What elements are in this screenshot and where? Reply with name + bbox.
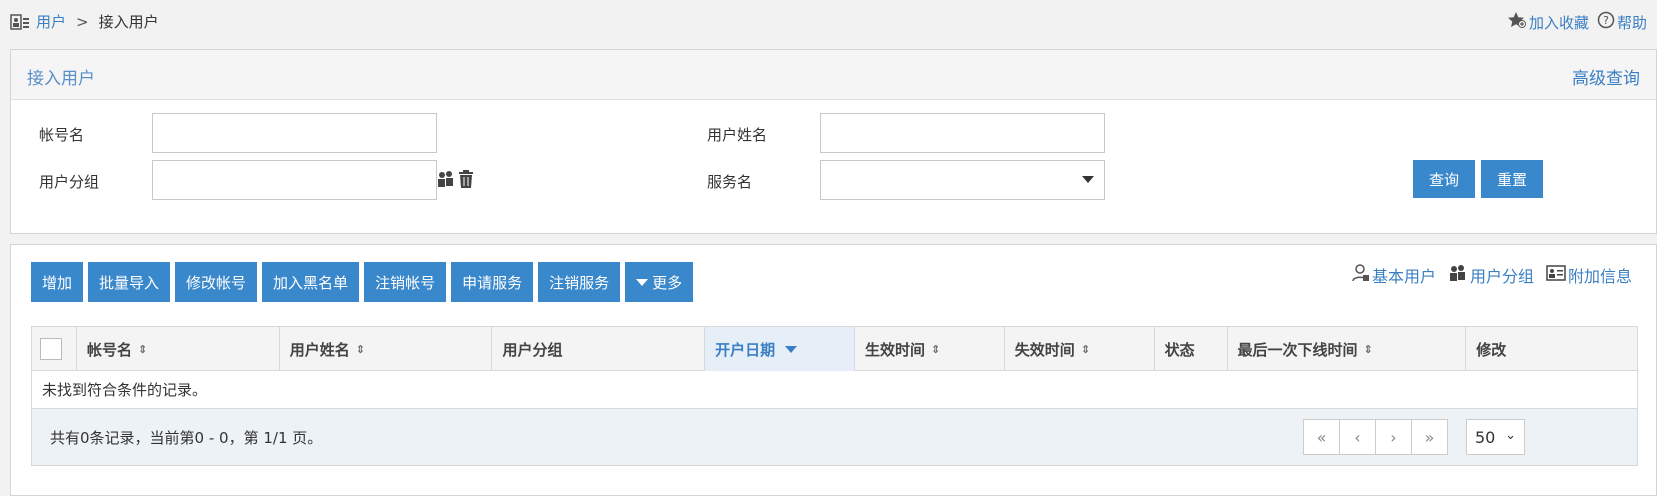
column-open-date[interactable]: 开户日期: [705, 327, 855, 371]
apply-service-button[interactable]: 申请服务: [451, 262, 534, 302]
column-effective-time[interactable]: 生效时间 ⇕: [855, 327, 1005, 371]
column-modify: 修改: [1466, 327, 1637, 371]
svg-text:?: ?: [1603, 14, 1609, 27]
help-icon: ?: [1597, 11, 1615, 33]
help-label: 帮助: [1616, 13, 1647, 32]
add-button[interactable]: 增加: [31, 262, 84, 302]
last-page-icon[interactable]: »: [1411, 419, 1448, 455]
sort-icon: ⇕: [1363, 342, 1373, 356]
top-links: 加入收藏 ? 帮助: [1507, 11, 1647, 33]
group-input[interactable]: [152, 160, 437, 200]
page-size-select[interactable]: 50 ⌄: [1466, 419, 1525, 455]
column-last-offline-label: 最后一次下线时间: [1237, 340, 1358, 359]
add-favorite-link[interactable]: 加入收藏: [1507, 11, 1589, 33]
service-select[interactable]: [820, 160, 1105, 200]
username-label: 用户姓名: [707, 126, 768, 144]
user-group-link[interactable]: 用户分组: [1448, 263, 1534, 287]
id-card-icon: [1546, 265, 1566, 285]
pagination: « ‹ › »: [1303, 419, 1448, 455]
prev-page-icon[interactable]: ‹: [1339, 419, 1376, 455]
extra-info-link[interactable]: 附加信息: [1546, 263, 1632, 287]
column-account[interactable]: 帐号名 ⇕: [77, 327, 280, 371]
reset-button[interactable]: 重置: [1481, 160, 1543, 198]
query-panel: 接入用户 高级查询 帐号名 用户姓名 用户分组 服务名 查询 重置: [10, 49, 1657, 234]
table-header: 帐号名 ⇕ 用户姓名 ⇕ 用户分组 开户日期 生效时间 ⇕ 失效时间 ⇕ 状态 …: [32, 327, 1637, 371]
record-info: 共有0条记录，当前第0 - 0，第 1/1 页。: [50, 429, 323, 447]
more-button[interactable]: 更多: [625, 262, 694, 302]
username-input[interactable]: [820, 113, 1105, 153]
more-label: 更多: [652, 273, 683, 292]
basic-user-link[interactable]: 基本用户: [1352, 263, 1436, 287]
group-label: 用户分组: [39, 173, 100, 191]
column-last-offline[interactable]: 最后一次下线时间 ⇕: [1228, 327, 1467, 371]
group-actions: [436, 169, 474, 193]
query-panel-header: 接入用户 高级查询: [11, 50, 1656, 100]
caret-down-icon: [1082, 176, 1094, 183]
cancel-service-button[interactable]: 注销服务: [538, 262, 621, 302]
column-username[interactable]: 用户姓名 ⇕: [280, 327, 493, 371]
breadcrumb: 用户 > 接入用户: [10, 11, 159, 32]
top-bar: 用户 > 接入用户 加入收藏 ? 帮助: [0, 0, 1657, 42]
user-list-panel: 增加 批量导入 修改帐号 加入黑名单 注销帐号 申请服务 注销服务 更多 基本用…: [10, 244, 1657, 496]
column-username-label: 用户姓名: [289, 340, 350, 359]
page-size-value: 50: [1475, 427, 1496, 447]
chevron-down-icon: ⌄: [1505, 428, 1516, 443]
select-all-checkbox[interactable]: [40, 338, 62, 360]
modify-account-button[interactable]: 修改帐号: [175, 262, 258, 302]
page-title: 接入用户: [27, 69, 95, 89]
toolbar: 增加 批量导入 修改帐号 加入黑名单 注销帐号 申请服务 注销服务 更多: [31, 262, 694, 302]
sort-icon: ⇕: [1080, 342, 1091, 356]
add-favorite-label: 加入收藏: [1528, 13, 1589, 32]
service-label: 服务名: [707, 173, 753, 191]
breadcrumb-user-link[interactable]: 用户: [36, 11, 66, 32]
basic-user-label: 基本用户: [1371, 267, 1436, 286]
column-expire-time-label: 失效时间: [1014, 340, 1075, 359]
column-effective-time-label: 生效时间: [864, 340, 925, 359]
user-module-icon: [10, 12, 30, 32]
search-button[interactable]: 查询: [1413, 160, 1475, 198]
column-expire-time[interactable]: 失效时间 ⇕: [1005, 327, 1155, 371]
group-icon: [1448, 264, 1468, 286]
account-input[interactable]: [152, 113, 437, 153]
empty-row: 未找到符合条件的记录。: [32, 371, 1637, 409]
user-table: 帐号名 ⇕ 用户姓名 ⇕ 用户分组 开户日期 生效时间 ⇕ 失效时间 ⇕ 状态 …: [31, 326, 1638, 466]
column-modify-label: 修改: [1476, 340, 1507, 359]
next-page-icon[interactable]: ›: [1375, 419, 1412, 455]
star-icon: [1507, 11, 1527, 33]
caret-down-icon: [636, 278, 649, 286]
account-label: 帐号名: [39, 126, 85, 144]
user-group-label: 用户分组: [1469, 267, 1534, 286]
first-page-icon[interactable]: «: [1303, 419, 1340, 455]
extra-info-label: 附加信息: [1567, 267, 1632, 286]
column-group-label: 用户分组: [502, 340, 563, 359]
column-account-label: 帐号名: [86, 340, 132, 359]
cancel-account-button[interactable]: 注销帐号: [364, 262, 447, 302]
user-icon: [1352, 264, 1370, 286]
breadcrumb-separator: >: [76, 12, 89, 31]
column-status: 状态: [1155, 327, 1228, 371]
column-status-label: 状态: [1164, 340, 1195, 359]
table-footer: 共有0条记录，当前第0 - 0，第 1/1 页。 « ‹ › » 50 ⌄: [32, 409, 1637, 465]
sort-desc-icon: [785, 345, 798, 353]
breadcrumb-current: 接入用户: [98, 13, 159, 31]
advanced-query-link[interactable]: 高级查询: [1572, 64, 1640, 89]
select-group-icon[interactable]: [436, 169, 456, 193]
trash-icon[interactable]: [458, 169, 474, 193]
column-group: 用户分组: [492, 327, 706, 371]
sort-icon: ⇕: [137, 342, 148, 356]
sort-icon: ⇕: [931, 342, 941, 356]
view-links: 基本用户 用户分组 附加信息: [1352, 263, 1632, 287]
add-blacklist-button[interactable]: 加入黑名单: [262, 262, 360, 302]
sort-icon: ⇕: [355, 342, 365, 356]
batch-import-button[interactable]: 批量导入: [88, 262, 171, 302]
column-open-date-label: 开户日期: [715, 340, 776, 359]
help-link[interactable]: ? 帮助: [1597, 11, 1647, 33]
select-all-column: [32, 327, 77, 371]
